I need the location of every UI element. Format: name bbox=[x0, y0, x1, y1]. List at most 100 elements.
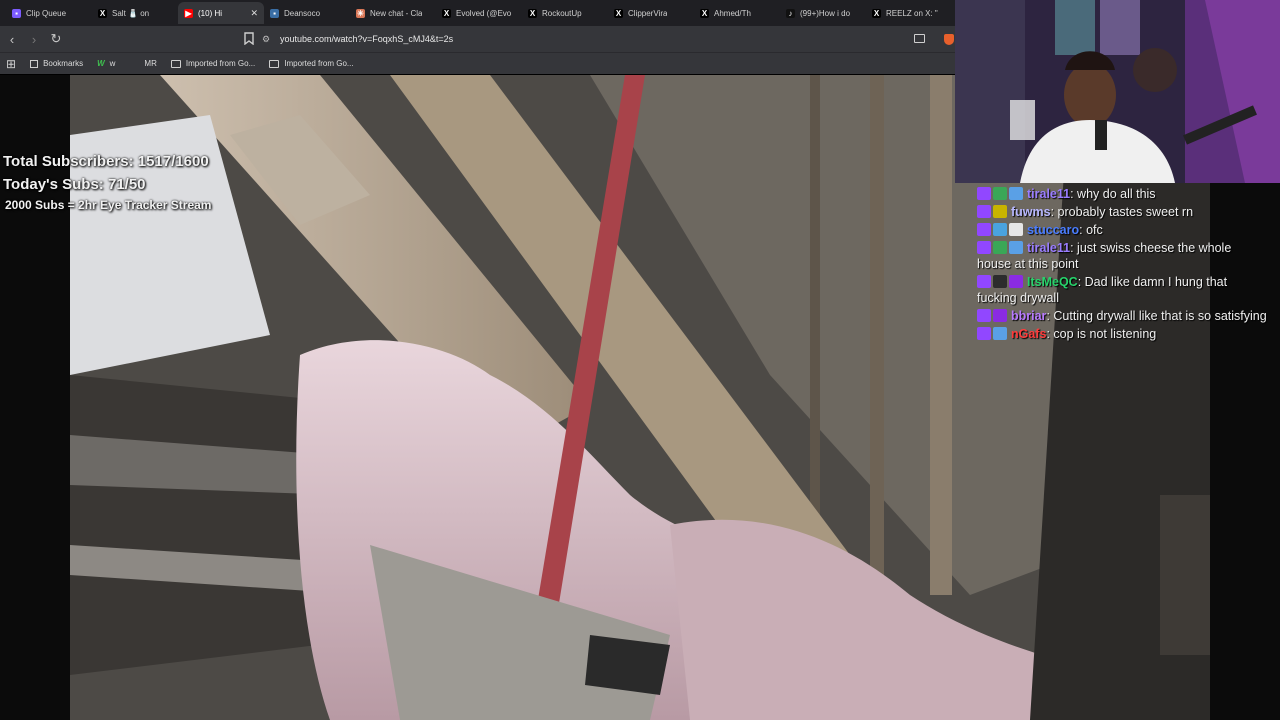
bookmark-label: Imported from Go... bbox=[185, 59, 256, 68]
chat-username[interactable]: nGafs bbox=[1011, 327, 1046, 341]
w-site-icon: W bbox=[97, 59, 105, 68]
bookmark-folder-imported-2[interactable]: Imported from Go... bbox=[269, 59, 354, 68]
brave-shield-icon[interactable] bbox=[944, 34, 954, 45]
tab-label: Deansoco bbox=[284, 8, 321, 18]
cast-button[interactable] bbox=[914, 34, 925, 43]
youtube-icon: ▶ bbox=[184, 8, 193, 18]
back-arrow-icon: ‹ bbox=[9, 31, 15, 47]
x-logo-icon: X bbox=[98, 8, 107, 18]
bookmark-label: w bbox=[109, 59, 116, 68]
chat-badge-icon bbox=[993, 327, 1007, 340]
todays-subs-counter: Today's Subs: 71/50 bbox=[3, 176, 146, 193]
chat-badge-icon bbox=[993, 205, 1007, 218]
chat-badge-icon bbox=[993, 241, 1007, 254]
x-logo-icon: X bbox=[872, 8, 881, 18]
chat-badge-icon bbox=[1009, 223, 1023, 236]
chat-badge-icon bbox=[993, 275, 1007, 288]
browser-tab[interactable]: X Evolved (@Evo bbox=[436, 2, 522, 24]
chat-badges bbox=[977, 205, 1007, 218]
chat-badge-icon bbox=[977, 187, 991, 200]
browser-tab[interactable]: X RockoutUp bbox=[522, 2, 608, 24]
webcam-image bbox=[955, 0, 1280, 183]
browser-tab[interactable]: X Ahmed/Th bbox=[694, 2, 780, 24]
x-logo-icon: X bbox=[528, 8, 537, 18]
tab-close-icon[interactable]: ✕ bbox=[250, 8, 258, 19]
total-subscribers-counter: Total Subscribers: 1517/1600 bbox=[3, 153, 209, 170]
chat-message: ItsMeQC: Dad like damn I hung that fucki… bbox=[977, 274, 1267, 306]
chat-badges bbox=[977, 187, 1023, 200]
mr-site-icon bbox=[129, 60, 139, 68]
chat-badge-icon bbox=[977, 241, 991, 254]
back-button[interactable]: ‹ bbox=[2, 29, 22, 49]
x-logo-icon: X bbox=[700, 8, 709, 18]
chat-text: Cutting drywall like that is so satisfyi… bbox=[1053, 309, 1267, 323]
streamer-webcam bbox=[955, 0, 1280, 183]
url-text: youtube.com/watch?v=FoqxhS_cMJ4&t=2s bbox=[280, 34, 454, 44]
chat-message: tirale11: just swiss cheese the whole ho… bbox=[977, 240, 1267, 272]
bookmark-item-w[interactable]: W w bbox=[97, 59, 115, 68]
chat-badge-icon bbox=[993, 223, 1007, 236]
chat-message: bbriar: Cutting drywall like that is so … bbox=[977, 308, 1267, 324]
tab-label: Evolved (@Evo bbox=[456, 8, 512, 18]
chat-username[interactable]: bbriar bbox=[1011, 309, 1046, 323]
bookmark-star-button[interactable] bbox=[244, 32, 254, 46]
chat-message: nGafs: cop is not listening bbox=[977, 326, 1267, 342]
browser-tab[interactable]: ▶ (10) Hi ✕ bbox=[178, 2, 264, 24]
claude-icon: ✳ bbox=[356, 8, 365, 18]
tab-label: (10) Hi bbox=[198, 8, 223, 18]
browser-tab[interactable]: ▪ Clip Queue bbox=[6, 2, 92, 24]
tab-label: (99+)How i do bbox=[800, 8, 851, 18]
chat-colon: : bbox=[1077, 275, 1085, 289]
chat-colon: : bbox=[1070, 241, 1078, 255]
tab-label: REELZ on X: " bbox=[886, 8, 938, 18]
chat-badge-icon bbox=[1009, 187, 1023, 200]
chat-text: ofc bbox=[1086, 223, 1103, 237]
chat-badge-icon bbox=[1009, 241, 1023, 254]
chat-username[interactable]: tirale11 bbox=[1027, 241, 1070, 255]
tab-bar: ▪ Clip Queue X Salt 🧂 on ▶ (10) Hi ✕ ▪ Deansoco ✳… bbox=[0, 0, 955, 26]
chat-badge-icon bbox=[977, 205, 991, 218]
forward-arrow-icon: › bbox=[31, 31, 37, 47]
chat-username[interactable]: tirale11 bbox=[1027, 187, 1070, 201]
chat-text: cop is not listening bbox=[1053, 327, 1157, 341]
chat-badges bbox=[977, 275, 1023, 288]
bookmark-icon bbox=[244, 32, 254, 46]
chat-text: probably tastes sweet rn bbox=[1057, 205, 1194, 219]
reload-button[interactable]: ↻ bbox=[46, 29, 66, 49]
chat-colon: : bbox=[1070, 187, 1078, 201]
tab-label: Ahmed/Th bbox=[714, 8, 751, 18]
chat-username[interactable]: fuwms bbox=[1011, 205, 1051, 219]
chat-badges bbox=[977, 309, 1007, 322]
x-logo-icon: X bbox=[442, 8, 451, 18]
chat-colon: : bbox=[1050, 205, 1058, 219]
bookmark-folder-imported-1[interactable]: Imported from Go... bbox=[170, 59, 256, 68]
tab-label: Salt 🧂 on bbox=[112, 8, 150, 18]
subscriber-goal-text: 2000 Subs = 2hr Eye Tracker Stream bbox=[5, 198, 212, 212]
generic-site-icon: ▪ bbox=[270, 8, 279, 18]
apps-grid-icon[interactable]: ⊞ bbox=[6, 57, 16, 71]
browser-tab[interactable]: X REELZ on X: " bbox=[866, 2, 952, 24]
bookmark-label: Imported from Go... bbox=[284, 59, 354, 68]
chat-username[interactable]: ItsMeQC bbox=[1027, 275, 1078, 289]
chat-badge-icon bbox=[977, 309, 991, 322]
bookmark-item-mr[interactable]: MR bbox=[129, 59, 156, 68]
bookmark-item-bookmarks[interactable]: Bookmarks bbox=[30, 59, 83, 68]
address-bar[interactable]: ⚙ youtube.com/watch?v=FoqxhS_cMJ4&t=2s bbox=[262, 29, 942, 49]
browser-tab[interactable]: ▪ Deansoco bbox=[264, 2, 350, 24]
forward-button[interactable]: › bbox=[24, 29, 44, 49]
tab-label: ClipperVira bbox=[628, 8, 668, 18]
bookmarks-bar: ⊞ Bookmarks W w MR Imported from Go... I… bbox=[0, 52, 955, 74]
browser-tab[interactable]: X ClipperVira bbox=[608, 2, 694, 24]
chat-badge-icon bbox=[977, 327, 991, 340]
browser-tab[interactable]: ✳ New chat - Cla bbox=[350, 2, 436, 24]
browser-tab[interactable]: X Salt 🧂 on bbox=[92, 2, 178, 24]
tab-label: New chat - Cla bbox=[370, 8, 423, 18]
browser-tab[interactable]: ♪ (99+)How i do bbox=[780, 2, 866, 24]
chat-message: tirale11: why do all this bbox=[977, 186, 1267, 202]
site-settings-icon[interactable]: ⚙ bbox=[262, 34, 272, 44]
chat-badge-icon bbox=[1009, 275, 1023, 288]
bookmark-label: MR bbox=[144, 59, 157, 68]
chat-message: stuccaro: ofc bbox=[977, 222, 1267, 238]
clip-queue-icon: ▪ bbox=[12, 8, 21, 18]
chat-username[interactable]: stuccaro bbox=[1027, 223, 1079, 237]
